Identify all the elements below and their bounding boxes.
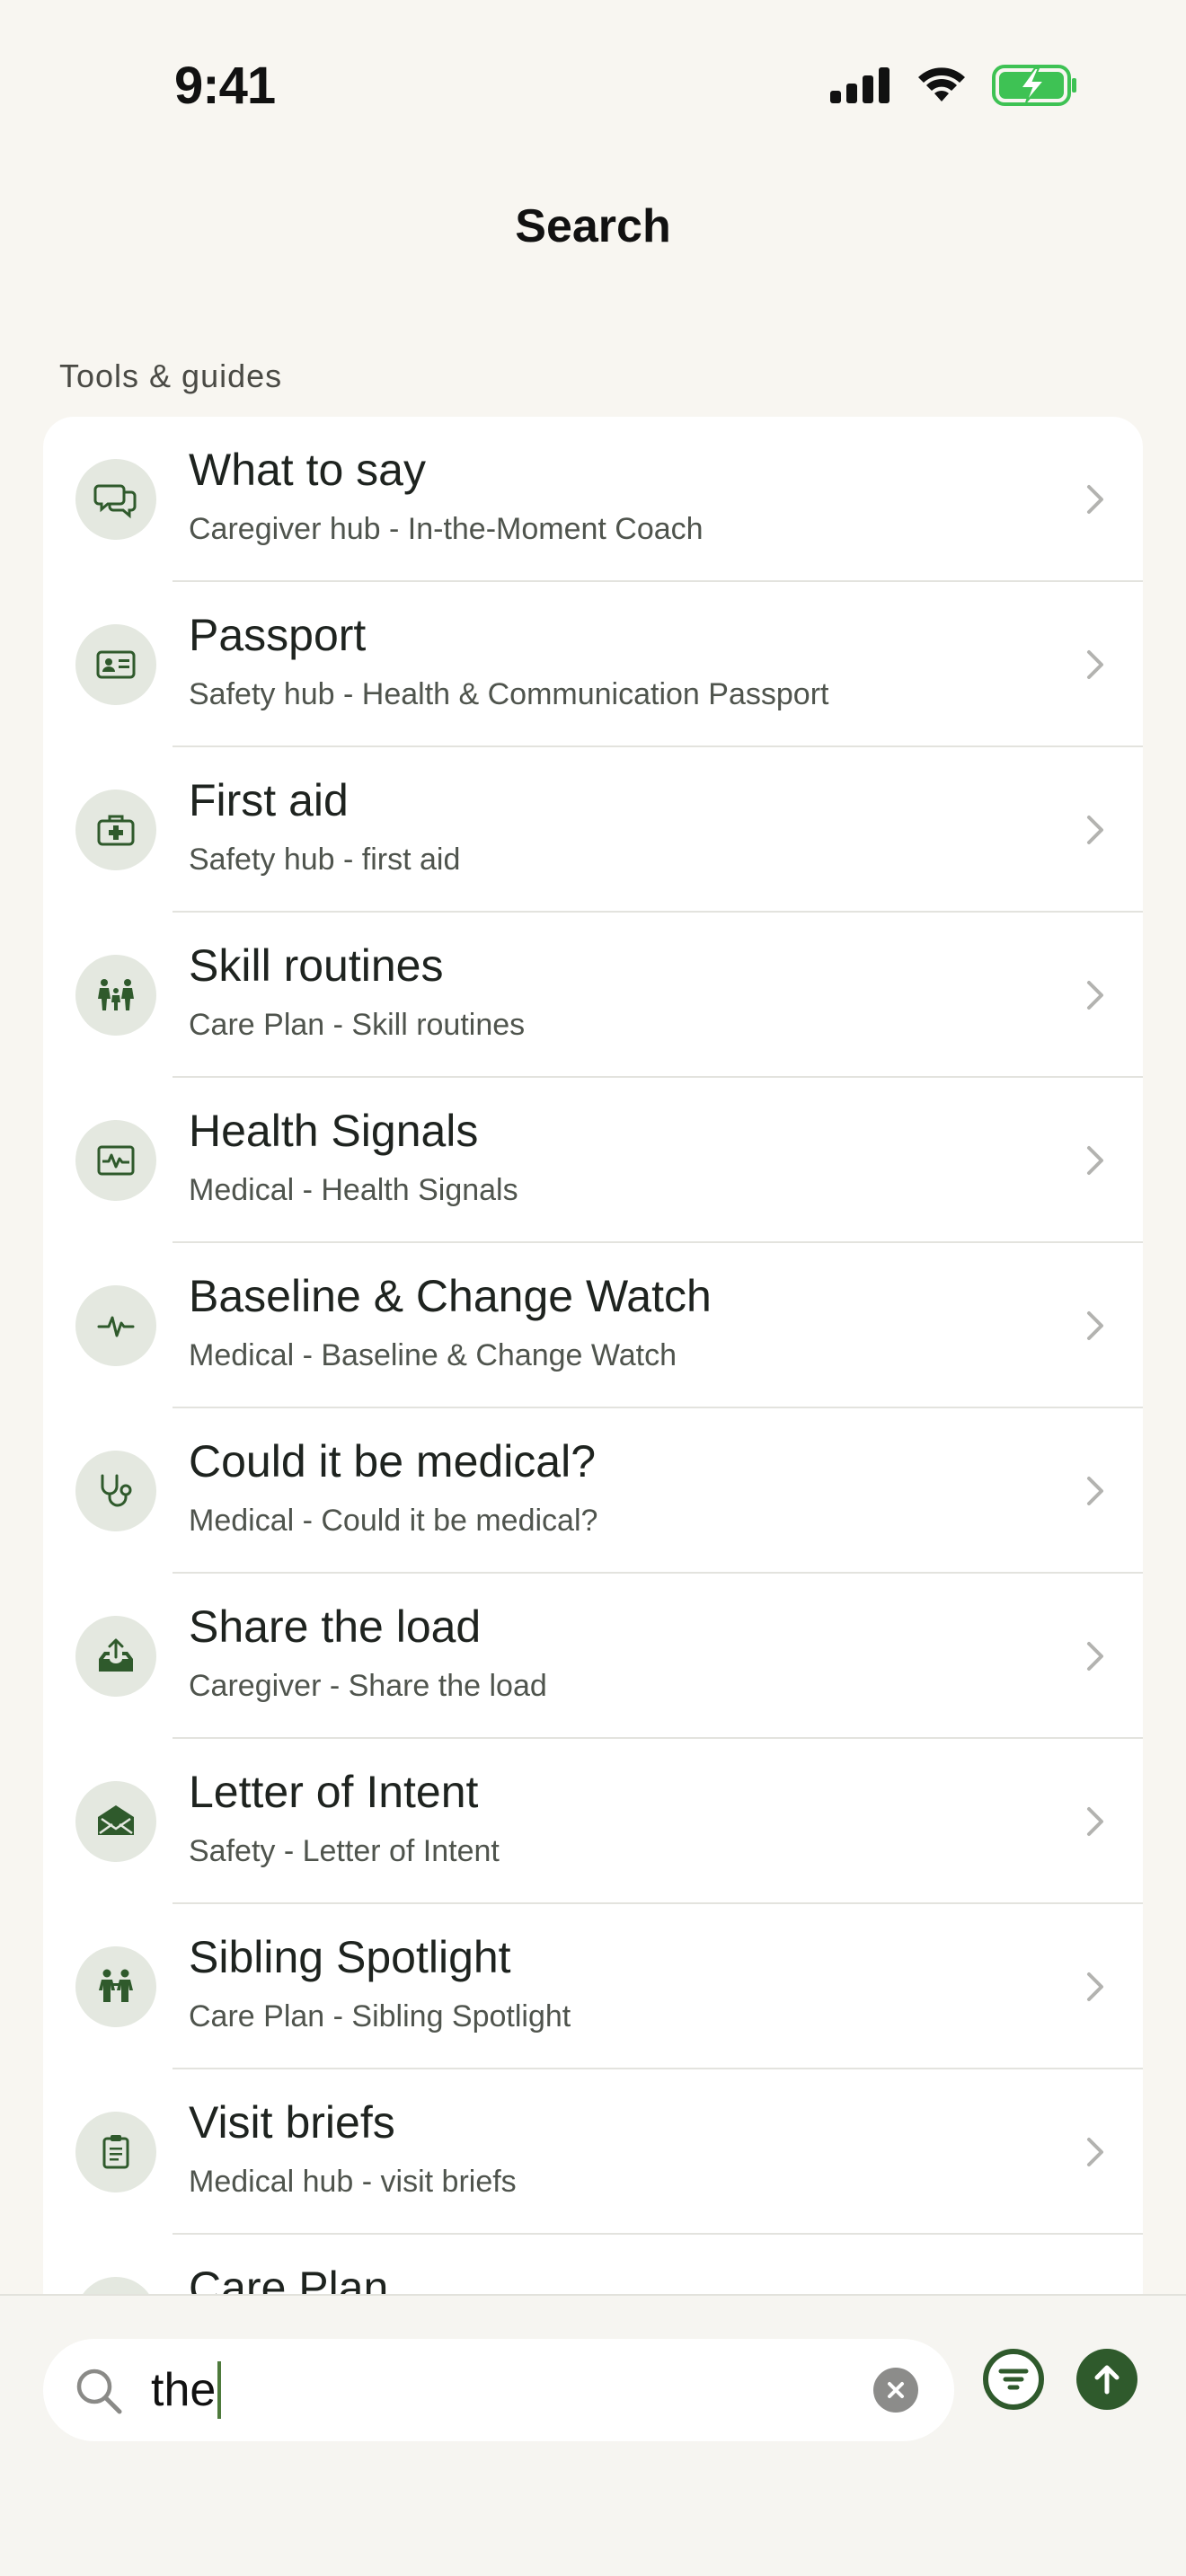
clear-search-button[interactable] <box>873 2368 918 2413</box>
status-time: 9:41 <box>174 57 276 115</box>
list-item-first-aid[interactable]: First aid Safety hub - first aid <box>43 747 1143 913</box>
search-input-value: the <box>151 2361 222 2419</box>
status-bar: 9:41 <box>0 0 1186 180</box>
list-item-baseline-change-watch[interactable]: Baseline & Change Watch Medical - Baseli… <box>43 1243 1143 1408</box>
list-item-subtitle: Caregiver hub - In-the-Moment Coach <box>189 512 704 546</box>
section-label: Tools & guides <box>59 357 283 394</box>
chevron-right-icon <box>1087 1642 1103 1671</box>
envelope-open-icon <box>75 1781 156 1862</box>
list-item-health-signals[interactable]: Health Signals Medical - Health Signals <box>43 1078 1143 1243</box>
list-item-title: Skill routines <box>189 940 444 991</box>
arrow-up-icon <box>1094 2365 1120 2395</box>
search-icon <box>76 2369 122 2414</box>
list-item-skill-routines[interactable]: Skill routines Care Plan - Skill routine… <box>43 913 1143 1078</box>
list-item-subtitle: Caregiver - Share the load <box>189 1669 547 1703</box>
chevron-right-icon <box>1087 485 1103 514</box>
list-item-title: First aid <box>189 775 349 825</box>
results-list: What to say Caregiver hub - In-the-Momen… <box>43 417 1143 2294</box>
bottom-search-bar: the <box>0 2294 1186 2576</box>
chevron-right-icon <box>1087 981 1103 1010</box>
search-query: the <box>151 2364 217 2416</box>
list-item-title: Baseline & Change Watch <box>189 1271 712 1321</box>
stethoscope-icon <box>75 1451 156 1531</box>
list-item-title: Visit briefs <box>189 2097 395 2148</box>
clipboard-icon <box>75 2112 156 2192</box>
list-item-share-the-load[interactable]: Share the load Caregiver - Share the loa… <box>43 1574 1143 1739</box>
filter-icon <box>998 2369 1029 2390</box>
list-item-title: Share the load <box>189 1601 482 1652</box>
filter-button[interactable] <box>983 2349 1044 2410</box>
close-icon <box>888 2382 904 2398</box>
battery-charging-icon <box>992 65 1076 106</box>
list-item-subtitle: Safety - Letter of Intent <box>189 1834 500 1868</box>
list-item-title: Sibling Spotlight <box>189 1932 511 1982</box>
list-item-title: Letter of Intent <box>189 1767 479 1817</box>
chevron-right-icon <box>1087 1477 1103 1505</box>
cellular-signal-icon <box>830 67 890 103</box>
list-item-visit-briefs[interactable]: Visit briefs Medical hub - visit briefs <box>43 2069 1143 2235</box>
monitor-pulse-icon <box>75 1120 156 1201</box>
list-item-title: Passport <box>189 610 367 660</box>
status-icons <box>830 65 1078 106</box>
chevron-right-icon <box>1087 650 1103 679</box>
page-title: Search <box>515 200 671 252</box>
family-icon <box>75 955 156 1036</box>
pulse-icon <box>75 1285 156 1366</box>
list-item-subtitle: Care Plan - Skill routines <box>189 1008 526 1042</box>
list-item-subtitle: Medical hub - visit briefs <box>189 2165 517 2199</box>
list-item-subtitle: Medical - Baseline & Change Watch <box>189 1338 677 1372</box>
list-item-title: Care Plan <box>189 2263 389 2294</box>
list-item-sibling-spotlight[interactable]: Sibling Spotlight Care Plan - Sibling Sp… <box>43 1904 1143 2069</box>
tray-upload-icon <box>75 1616 156 1697</box>
list-item-care-plan[interactable]: Care Plan <box>43 2235 1143 2294</box>
chevron-right-icon <box>1087 816 1103 844</box>
list-item-subtitle: Safety hub - first aid <box>189 842 461 877</box>
list-item-title: Health Signals <box>189 1106 479 1156</box>
chevron-right-icon <box>1087 1807 1103 1836</box>
first-aid-kit-icon <box>75 790 156 870</box>
siblings-icon <box>75 1946 156 2027</box>
chevron-right-icon <box>1087 2138 1103 2166</box>
list-item-subtitle: Medical - Health Signals <box>189 1173 518 1207</box>
list-item-could-it-be-medical[interactable]: Could it be medical? Medical - Could it … <box>43 1408 1143 1574</box>
search-input[interactable]: the <box>43 2339 954 2441</box>
list-item-what-to-say[interactable]: What to say Caregiver hub - In-the-Momen… <box>43 417 1143 582</box>
list-item-subtitle: Safety hub - Health & Communication Pass… <box>189 677 829 711</box>
list-item-title: What to say <box>189 445 426 495</box>
list-item-passport[interactable]: Passport Safety hub - Health & Communica… <box>43 582 1143 747</box>
list-item-title: Could it be medical? <box>189 1436 597 1486</box>
list-item-subtitle: Medical - Could it be medical? <box>189 1504 598 1538</box>
chat-bubbles-icon <box>75 459 156 540</box>
text-caret <box>217 2361 222 2419</box>
list-item-subtitle: Care Plan - Sibling Spotlight <box>189 1999 571 2033</box>
chevron-right-icon <box>1087 1972 1103 2001</box>
list-item-letter-of-intent[interactable]: Letter of Intent Safety - Letter of Inte… <box>43 1739 1143 1904</box>
wifi-icon <box>918 67 965 101</box>
chevron-right-icon <box>1087 1311 1103 1340</box>
care-plan-icon <box>75 2277 156 2294</box>
chevron-right-icon <box>1087 1146 1103 1175</box>
id-card-icon <box>75 624 156 705</box>
submit-search-button[interactable] <box>1076 2349 1137 2410</box>
